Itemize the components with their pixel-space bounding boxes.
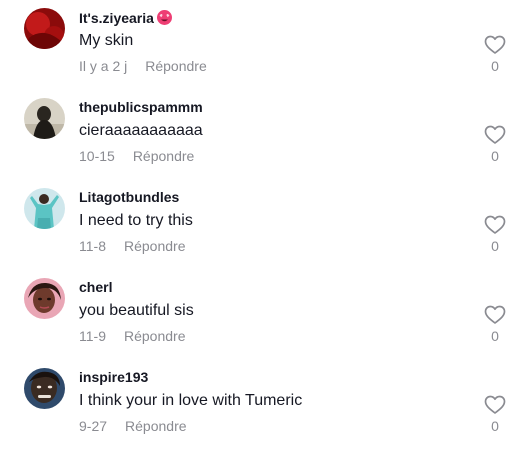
reply-button[interactable]: Répondre: [124, 328, 186, 344]
comment-meta: 10-15 Répondre: [79, 148, 194, 164]
like-button[interactable]: [484, 395, 506, 415]
comment-username[interactable]: cherl: [79, 279, 112, 295]
comment-timestamp: 10-15: [79, 148, 115, 164]
comment-item: cherl you beautiful sis 11-9 Répondre 0: [0, 270, 532, 360]
comment-item: thepublicspammm cieraaaaaaaaaaa 10-15 Rép…: [0, 90, 532, 180]
comment-username[interactable]: It's.ziyearia: [79, 9, 173, 26]
like-button[interactable]: [484, 35, 506, 55]
heart-icon: [484, 305, 506, 325]
comment-meta: 11-9 Répondre: [79, 328, 185, 344]
like-count: 0: [491, 58, 499, 74]
heart-icon: [484, 125, 506, 145]
comment-list: It's.ziyearia My skin Il y a 2 j Répondre…: [0, 0, 532, 452]
comment-item: inspire193 I think your in love with Tum…: [0, 360, 532, 450]
avatar[interactable]: [24, 8, 65, 49]
reply-button[interactable]: Répondre: [125, 418, 187, 434]
comment-text: you beautiful sis: [79, 302, 194, 319]
avatar[interactable]: [24, 368, 65, 409]
avatar[interactable]: [24, 188, 65, 229]
comment-timestamp: 9-27: [79, 418, 108, 434]
comment-timestamp: 11-8: [79, 238, 106, 254]
like-count: 0: [491, 328, 499, 344]
heart-icon: [484, 215, 506, 235]
comment-meta: 9-27 Répondre: [79, 418, 187, 434]
comment-timestamp: Il y a 2 j: [79, 58, 128, 74]
comment-item: It's.ziyearia My skin Il y a 2 j Répondre…: [0, 0, 532, 90]
comment-text: My skin: [79, 32, 134, 49]
comment-item: Litagotbundles I need to try this 11-8 Ré…: [0, 180, 532, 270]
comment-meta: 11-8 Répondre: [79, 238, 185, 254]
comment-username[interactable]: Litagotbundles: [79, 189, 179, 205]
comment-username[interactable]: inspire193: [79, 369, 148, 385]
heart-eyes-emoji-icon: [156, 9, 173, 26]
reply-button[interactable]: Répondre: [124, 238, 186, 254]
like-button[interactable]: [484, 215, 506, 235]
avatar[interactable]: [24, 278, 65, 319]
like-count: 0: [491, 418, 499, 434]
like-button[interactable]: [484, 305, 506, 325]
avatar[interactable]: [24, 98, 65, 139]
comment-text: cieraaaaaaaaaaa: [79, 122, 203, 139]
comment-meta: Il y a 2 j Répondre: [79, 58, 207, 74]
heart-icon: [484, 35, 506, 55]
reply-button[interactable]: Répondre: [145, 58, 207, 74]
comment-timestamp: 11-9: [79, 328, 106, 344]
comment-text: I need to try this: [79, 212, 193, 229]
like-count: 0: [491, 148, 499, 164]
like-count: 0: [491, 238, 499, 254]
comment-username[interactable]: thepublicspammm: [79, 99, 203, 115]
reply-button[interactable]: Répondre: [133, 148, 195, 164]
comment-text: I think your in love with Tumeric: [79, 392, 303, 409]
heart-icon: [484, 395, 506, 415]
like-button[interactable]: [484, 125, 506, 145]
